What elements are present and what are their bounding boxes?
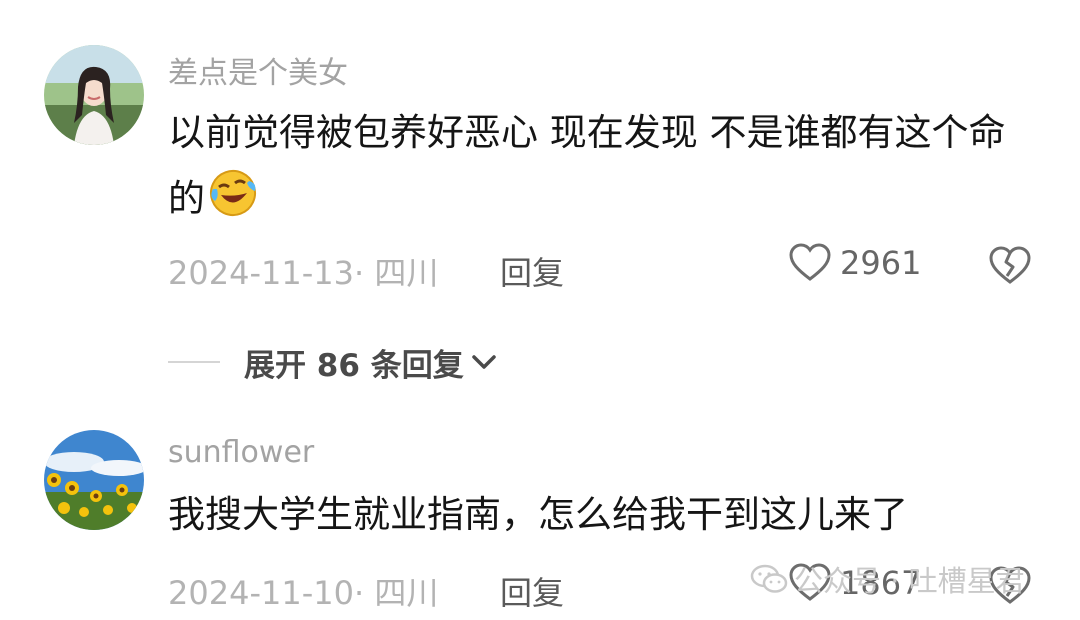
reply-button[interactable]: 回复: [500, 568, 564, 614]
watermark-text: 公众号 · 吐槽星君: [794, 564, 1025, 598]
comment-date: 2024-11-10· 四川: [168, 574, 439, 612]
expand-divider: [168, 361, 220, 363]
girl-photo-avatar-icon: [44, 45, 144, 145]
chevron-down-icon: [471, 355, 496, 369]
watermark: 公众号 · 吐槽星君: [750, 558, 1025, 600]
comment-date: 2024-11-13· 四川: [168, 254, 439, 292]
comment-text: 以前觉得被包养好恶心 现在发现 不是谁都有这个命的: [168, 100, 1028, 232]
avatar[interactable]: [44, 430, 144, 530]
expand-replies-button[interactable]: 展开 86 条回复: [168, 340, 498, 384]
comment-username[interactable]: 差点是个美女: [168, 48, 348, 92]
comment-item: 差点是个美女 以前觉得被包养好恶心 现在发现 不是谁都有这个命的 2024-11…: [0, 0, 1080, 340]
like-count: 2961: [840, 244, 922, 282]
laughing-crying-emoji-icon: [210, 170, 256, 216]
sunflower-field-avatar-icon: [44, 430, 144, 530]
like-button[interactable]: 2961: [788, 243, 921, 283]
comment-section: 差点是个美女 以前觉得被包养好恶心 现在发现 不是谁都有这个命的 2024-11…: [0, 0, 1080, 620]
avatar[interactable]: [44, 45, 144, 145]
comment-text: 我搜大学生就业指南，怎么给我干到这儿来了: [168, 493, 908, 536]
comment-meta: 2024-11-13· 四川 回复 2961: [168, 243, 1040, 293]
broken-heart-icon: [989, 246, 1031, 284]
expand-replies-label: 展开 86 条回复: [244, 347, 464, 384]
dislike-button[interactable]: [988, 246, 1032, 290]
heart-icon: [789, 243, 831, 281]
comment-username[interactable]: sunflower: [168, 435, 314, 470]
reply-button[interactable]: 回复: [500, 248, 564, 294]
wechat-icon: [750, 564, 788, 593]
comment-body: 以前觉得被包养好恶心 现在发现 不是谁都有这个命的: [168, 111, 1006, 220]
